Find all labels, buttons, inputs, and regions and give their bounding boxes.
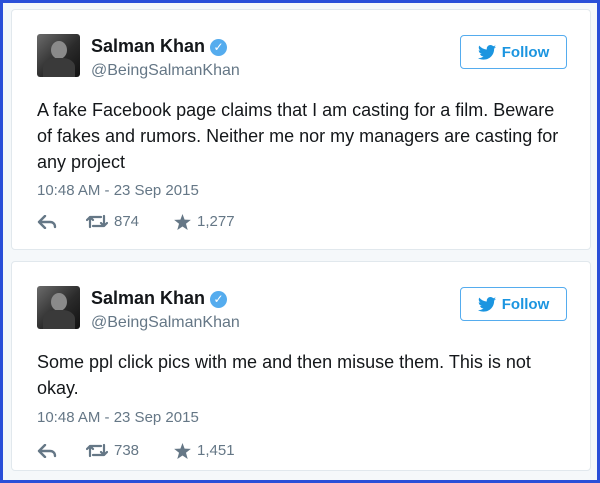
like-count: 1,451 [197, 442, 235, 459]
tweet-timestamp[interactable]: 10:48 AM - 23 Sep 2015 [37, 182, 199, 199]
retweet-icon [86, 214, 108, 229]
tweet-actions: 874 1,277 [37, 213, 235, 230]
user-name[interactable]: Salman Khan ✓ [91, 288, 228, 309]
reply-button[interactable] [37, 443, 57, 458]
verified-badge-icon: ✓ [210, 291, 228, 308]
screenshot-frame: Salman Khan ✓ @BeingSalmanKhan Follow A f… [0, 0, 600, 483]
user-handle[interactable]: @BeingSalmanKhan [91, 314, 240, 332]
retweet-icon [86, 443, 108, 458]
reply-icon [37, 443, 57, 458]
retweet-button[interactable]: 874 [86, 213, 139, 230]
follow-label: Follow [501, 295, 550, 313]
tweet-text: Some ppl click pics with me and then mis… [37, 352, 531, 398]
like-count: 1,277 [197, 213, 235, 230]
like-star-icon [174, 442, 191, 459]
follow-label: Follow [501, 43, 550, 61]
twitter-bird-icon [477, 296, 496, 312]
tweet-text: A fake Facebook page claims that I am ca… [37, 100, 559, 172]
avatar[interactable] [37, 286, 80, 329]
avatar[interactable] [37, 34, 80, 77]
tweet-card: Salman Khan ✓ @BeingSalmanKhan Follow A f… [11, 9, 591, 250]
like-button[interactable]: 1,277 [174, 213, 235, 230]
reply-button[interactable] [37, 214, 57, 229]
like-star-icon [174, 213, 191, 230]
tweet-timestamp[interactable]: 10:48 AM - 23 Sep 2015 [37, 409, 199, 426]
user-name[interactable]: Salman Khan ✓ [91, 36, 228, 57]
retweet-button[interactable]: 738 [86, 442, 139, 459]
tweet-card: Salman Khan ✓ @BeingSalmanKhan Follow Som… [11, 261, 591, 471]
retweet-count: 738 [114, 442, 140, 459]
reply-icon [37, 214, 57, 229]
tweet-actions: 738 1,451 [37, 442, 235, 459]
verified-badge-icon: ✓ [210, 39, 228, 56]
like-button[interactable]: 1,451 [174, 442, 235, 459]
twitter-bird-icon [477, 44, 496, 60]
follow-button[interactable]: Follow [460, 287, 567, 321]
retweet-count: 874 [114, 213, 140, 230]
user-handle[interactable]: @BeingSalmanKhan [91, 62, 240, 80]
follow-button[interactable]: Follow [460, 35, 567, 69]
